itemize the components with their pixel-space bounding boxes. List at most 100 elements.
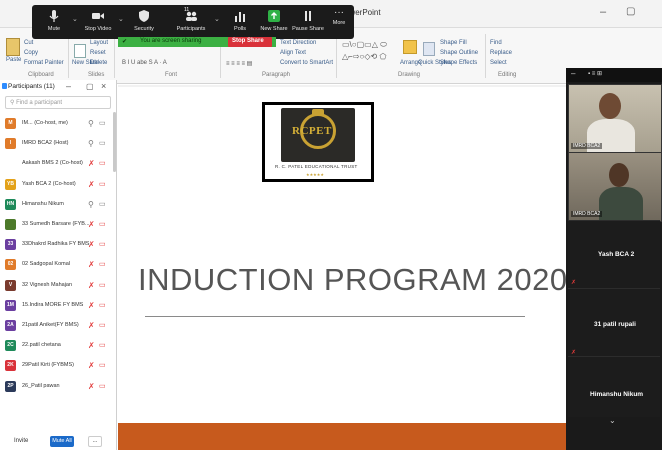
gallery-view-icons[interactable]: ▪ ≡ ⊞	[588, 70, 602, 77]
paste-button[interactable]: Paste	[6, 57, 21, 63]
mute-button[interactable]: Mute	[34, 5, 74, 39]
gallery-minimize-button[interactable]: –	[571, 69, 575, 78]
panel-popout-button[interactable]: ▢	[86, 82, 94, 91]
participant-avatar: 1M	[5, 299, 16, 311]
font-format-buttons[interactable]: B I U abe S A · A	[122, 60, 167, 66]
shape-effects-button[interactable]: Shape Effects	[440, 60, 477, 66]
minimize-window-button[interactable]: –	[600, 6, 606, 18]
convert-smartart-button[interactable]: Convert to SmartArt	[280, 60, 333, 66]
muted-mic-icon[interactable]: ✗	[88, 301, 95, 310]
panel-minimize-button[interactable]: –	[66, 81, 71, 91]
participant-tile[interactable]: 31 patil rupali ✗	[568, 288, 660, 357]
participant-name: Himanshu Nikum	[22, 200, 64, 207]
participant-name: 22.patil chetana	[22, 342, 61, 349]
mute-all-button[interactable]: Mute All	[50, 436, 74, 447]
layout-button[interactable]: Layout	[90, 40, 108, 46]
muted-mic-icon[interactable]: ✗	[88, 220, 95, 229]
align-text-button[interactable]: Align Text	[280, 50, 306, 56]
video-options-caret[interactable]: ⌄	[118, 15, 124, 23]
replace-button[interactable]: Replace	[490, 50, 512, 56]
participant-name: 26_Patil pawan	[22, 382, 60, 389]
select-button[interactable]: Select	[490, 60, 507, 66]
paragraph-align-buttons[interactable]: ≡ ≡ ≡ ≡ ▤	[226, 60, 252, 67]
microphone-icon[interactable]: ⚲	[88, 119, 94, 128]
muted-mic-icon[interactable]: ✗	[88, 159, 95, 168]
security-button[interactable]: Security	[124, 5, 164, 39]
clipboard-group-label: Clipboard	[28, 72, 54, 78]
participant-row[interactable]: 1M 15.Indira MORE FY BMS ✗ ▭	[0, 296, 112, 316]
shape-fill-button[interactable]: Shape Fill	[440, 40, 467, 46]
shape-outline-button[interactable]: Shape Outline	[440, 50, 478, 56]
participants-more-button[interactable]: ...	[88, 436, 102, 447]
participant-row[interactable]: 2P 26_Patil pawan ✗ ▭	[0, 377, 112, 397]
paste-icon[interactable]	[6, 38, 20, 56]
invite-button[interactable]: Invite	[14, 438, 28, 444]
participant-avatar: 02	[5, 259, 16, 271]
participant-tile[interactable]: Yash BCA 2 ✗	[568, 220, 660, 289]
participant-name: Aakash BMS 2 (Co-host)	[22, 160, 83, 167]
video-off-icon: ▭	[99, 382, 106, 390]
video-camera-icon	[92, 13, 104, 19]
pause-icon	[305, 11, 311, 21]
microphone-icon[interactable]: ⚲	[88, 139, 94, 148]
participant-row[interactable]: 02 02 Sadgopal Komal ✗ ▭	[0, 255, 112, 275]
cut-button[interactable]: Cut	[24, 40, 33, 46]
audio-options-caret[interactable]: ⌄	[72, 15, 78, 23]
editing-group-label: Editing	[498, 72, 517, 78]
rcpet-logo-subtitle: R. C. PATEL EDUCATIONAL TRUST	[275, 164, 358, 169]
participant-row[interactable]: I IMRD BCA2 (Host) ⚲ ▭	[0, 134, 112, 154]
slide-title[interactable]: INDUCTION PROGRAM 2020	[138, 262, 568, 298]
muted-mic-icon[interactable]: ✗	[88, 180, 95, 189]
participant-row[interactable]: YB Yash BCA 2 (Co-host) ✗ ▭	[0, 175, 112, 195]
participant-row[interactable]: 2A 21patil Aniket(FY BMS) ✗ ▭	[0, 316, 112, 336]
panel-close-button[interactable]: ×	[101, 81, 106, 91]
new-slide-icon[interactable]	[74, 44, 86, 58]
format-painter-button[interactable]: Format Painter	[24, 60, 64, 66]
participants-button[interactable]: Participants	[168, 5, 214, 39]
video-off-icon: ▭	[99, 281, 106, 289]
participant-tile[interactable]: Himanshu Nikum	[568, 356, 660, 417]
participant-row[interactable]: 33 Sumedh Barsare (FYB... ✗ ▭	[0, 215, 112, 235]
shapes-gallery[interactable]: ▭\○▢▭△ ⬭	[342, 40, 387, 50]
text-direction-button[interactable]: Text Direction	[280, 40, 316, 46]
participant-avatar: YB	[5, 178, 16, 190]
participant-video-tile[interactable]: IMRD BCA2	[568, 152, 662, 222]
zoom-meeting-toolbar: Mute ⌄ Stop Video ⌄ Security Participant…	[32, 5, 354, 39]
video-off-icon: ▭	[99, 301, 106, 309]
muted-mic-icon[interactable]: ✗	[88, 321, 95, 330]
participant-row[interactable]: 33 33Dhakrd Radhika FY BMS ✗ ▭	[0, 235, 112, 255]
ribbon-divider	[114, 34, 115, 78]
participant-video-tile[interactable]: IMRD BCA2	[568, 84, 662, 154]
reset-button[interactable]: Reset	[90, 50, 106, 56]
tile-name: Himanshu Nikum	[590, 391, 644, 398]
muted-mic-icon[interactable]: ✗	[88, 260, 95, 269]
muted-mic-icon[interactable]: ✗	[88, 240, 95, 249]
arrange-icon[interactable]	[403, 40, 417, 54]
quick-styles-icon[interactable]	[423, 42, 435, 56]
pause-share-button[interactable]: Pause Share	[288, 5, 328, 39]
copy-button[interactable]: Copy	[24, 50, 38, 56]
muted-mic-icon[interactable]: ✗	[88, 382, 95, 391]
participant-row[interactable]: Aakash BMS 2 (Co-host) ✗ ▭	[0, 154, 112, 174]
muted-mic-icon[interactable]: ✗	[88, 361, 95, 370]
restore-window-button[interactable]: ▢	[626, 6, 635, 17]
participant-avatar	[5, 158, 16, 169]
ribbon-divider	[68, 34, 69, 78]
participants-options-caret[interactable]: ⌄	[214, 15, 220, 23]
stop-video-button[interactable]: Stop Video	[78, 5, 118, 39]
participant-row[interactable]: 2K 29Patil Kirti (FYBMS) ✗ ▭	[0, 356, 112, 376]
delete-button[interactable]: Delete	[90, 60, 107, 66]
gallery-scroll-down-icon[interactable]: ⌄	[609, 416, 616, 425]
muted-mic-icon[interactable]: ✗	[88, 281, 95, 290]
video-off-icon: ▭	[99, 120, 106, 127]
participant-row[interactable]: V 32 Vignesh Mahajan ✗ ▭	[0, 276, 112, 296]
muted-mic-icon[interactable]: ✗	[88, 341, 95, 350]
more-button[interactable]: ··· More	[324, 5, 354, 39]
participant-row[interactable]: HN Himanshu Nikum ⚲ ▭	[0, 195, 112, 215]
shapes-gallery-row[interactable]: △⌐⇨○◇⟲ ⬠	[342, 52, 386, 61]
microphone-icon[interactable]: ⚲	[88, 200, 94, 209]
participant-row[interactable]: 2C 22.patil chetana ✗ ▭	[0, 336, 112, 356]
participants-scrollbar[interactable]	[113, 112, 116, 172]
participant-row[interactable]: M IM... (Co-host, me) ⚲ ▭	[0, 114, 112, 134]
find-button[interactable]: Find	[490, 40, 502, 46]
